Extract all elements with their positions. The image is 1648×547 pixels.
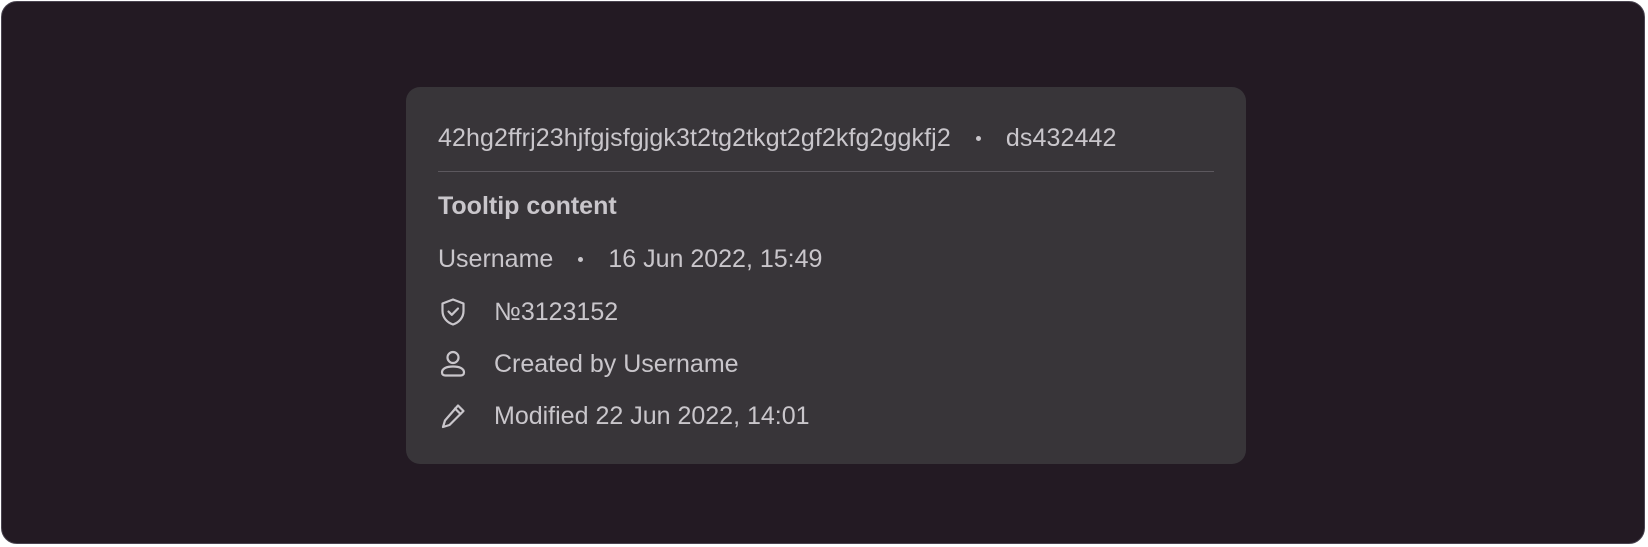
app-frame: 42hg2ffrj23hjfgjsfgjgk3t2tg2tkgt2gf2kfg2… [1,1,1645,544]
created-by-text: Created by Username [494,349,739,378]
separator-dot [578,256,584,262]
pencil-icon [438,401,468,431]
author-name: Username [438,244,554,273]
shield-check-icon [438,297,468,327]
separator-dot [975,135,981,141]
tooltip: 42hg2ffrj23hjfgjsfgjgk3t2tg2tkgt2gf2kfg2… [406,87,1246,464]
author-date-row: Username 16 Jun 2022, 15:49 [438,244,822,274]
created-date: 16 Jun 2022, 15:49 [608,244,823,273]
license-number: №3123152 [494,297,619,326]
divider [438,171,1214,172]
modified-text: Modified 22 Jun 2022, 14:01 [494,401,810,430]
tooltip-id-row: 42hg2ffrj23hjfgjsfgjgk3t2tg2tkgt2gf2kfg2… [438,123,1214,153]
license-number-row: №3123152 [438,296,618,328]
code-id: ds432442 [1005,123,1117,152]
user-icon [438,349,468,379]
hash-id: 42hg2ffrj23hjfgjsfgjgk3t2tg2tkgt2gf2kfg2… [438,123,951,152]
modified-row: Modified 22 Jun 2022, 14:01 [438,400,810,432]
created-by-row: Created by Username [438,348,739,380]
tooltip-title: Tooltip content [438,192,617,220]
